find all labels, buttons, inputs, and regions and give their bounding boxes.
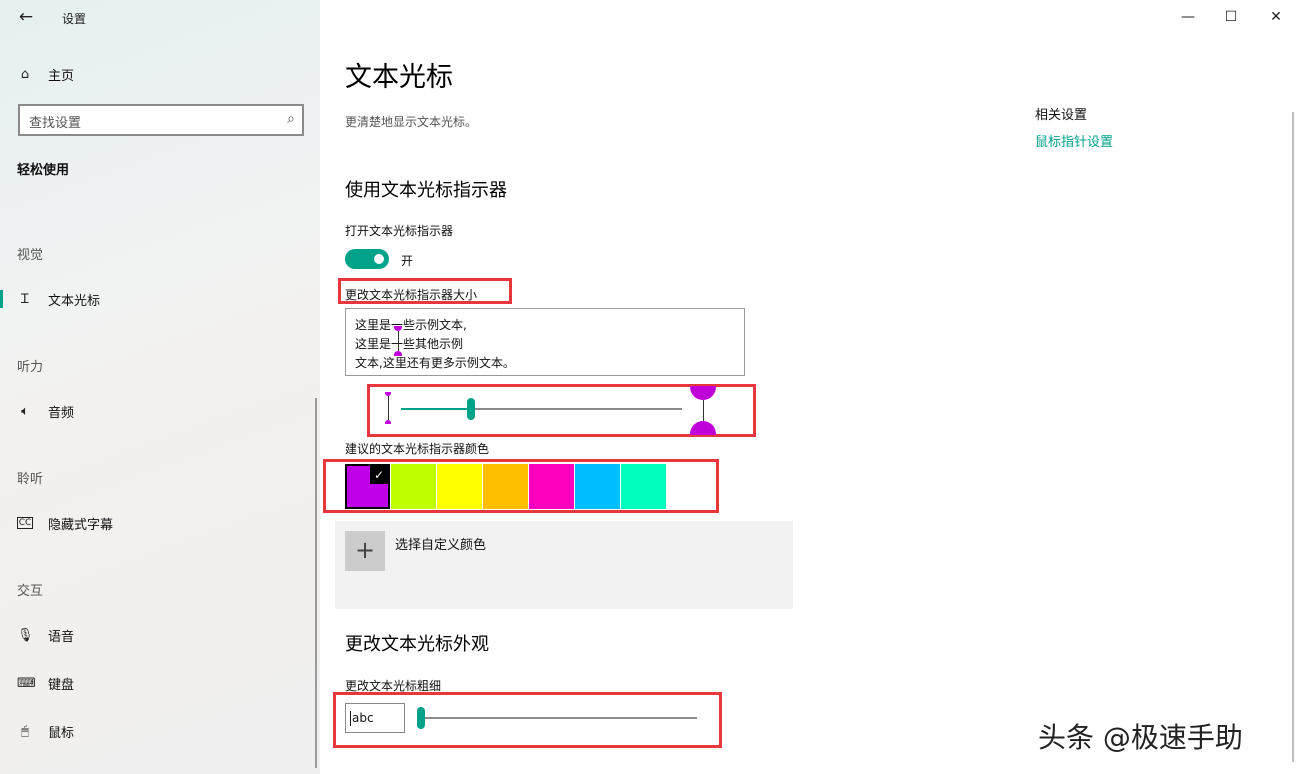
search-icon[interactable]: ⌕ (287, 111, 295, 127)
size-label: 更改文本光标指示器大小 (345, 288, 478, 302)
color-swatch[interactable] (483, 464, 528, 509)
custom-color-panel[interactable]: + 选择自定义颜色 (335, 521, 793, 609)
related-settings-heading: 相关设置 (1035, 108, 1088, 123)
sidebar-item-keyboard[interactable]: ⌨ 键盘 (0, 668, 320, 698)
appearance-section-heading: 更改文本光标外观 (345, 634, 489, 655)
color-swatch[interactable] (391, 464, 436, 509)
mouse-icon: 🖱︎ (21, 723, 29, 739)
indicator-section-heading: 使用文本光标指示器 (345, 180, 507, 201)
color-swatch[interactable] (529, 464, 574, 509)
category-hearing: 听力 (17, 360, 44, 375)
close-icon[interactable]: ✕ (1262, 4, 1290, 30)
search-input[interactable]: 查找设置 ⌕ (18, 104, 304, 136)
sidebar-item-text-cursor[interactable]: Ꮖ 文本光标 (0, 284, 320, 314)
preview-line: 这里是一些示例文本, (355, 318, 467, 332)
minimize-icon[interactable]: — (1174, 4, 1202, 30)
indicator-toggle[interactable] (345, 249, 389, 269)
sidebar-item-label: 主页 (48, 68, 75, 84)
thickness-slider-track[interactable] (421, 717, 697, 719)
sidebar-item-mouse[interactable]: 🖱︎ 鼠标 (0, 716, 320, 746)
sidebar-item-home[interactable]: ⌂ 主页 (0, 59, 320, 89)
thickness-preview-text: abc (352, 711, 374, 725)
text-cursor-icon: Ꮖ (20, 291, 30, 307)
category-vision: 视觉 (17, 248, 44, 263)
page-title: 文本光标 (345, 62, 453, 93)
small-indicator-icon (388, 396, 389, 420)
color-label: 建议的文本光标指示器颜色 (345, 442, 490, 456)
maximize-icon[interactable]: ☐ (1217, 4, 1245, 30)
size-slider-thumb[interactable] (467, 398, 476, 420)
preview-line: 这里是一些其他示例 (355, 337, 464, 351)
small-indicator-icon (385, 420, 391, 424)
search-placeholder: 查找设置 (29, 116, 82, 131)
large-indicator-icon (703, 400, 704, 421)
sidebar-item-label: 语音 (48, 629, 75, 645)
main-scrollbar[interactable] (1292, 112, 1294, 762)
color-swatch[interactable] (667, 464, 712, 509)
sidebar: ← 设置 ⌂ 主页 查找设置 ⌕ 轻松使用 视觉 Ꮖ 文本光标 听力 🔈︎ 音频… (0, 0, 320, 774)
sidebar-item-label: 文本光标 (48, 293, 101, 309)
keyboard-icon: ⌨ (17, 675, 36, 691)
sidebar-section-heading: 轻松使用 (17, 163, 70, 178)
category-interaction: 交互 (17, 584, 44, 599)
mouse-pointer-settings-link[interactable]: 鼠标指针设置 (1035, 131, 1113, 150)
sidebar-scrollbar[interactable] (315, 398, 317, 768)
thickness-preview: abc (345, 703, 405, 733)
sidebar-item-label: 鼠标 (48, 725, 75, 741)
category-listening: 聆听 (17, 472, 44, 487)
home-icon: ⌂ (20, 66, 30, 82)
closed-caption-icon: CC (17, 517, 33, 529)
speaker-icon: 🔈︎ (21, 403, 29, 419)
checkmark-icon: ✓ (370, 466, 388, 484)
toggle-state: 开 (401, 254, 414, 268)
watermark: 头条 @极速手助 (1038, 721, 1243, 754)
cursor-preview-box: 这里是一些示例文本, 这里是一些其他示例 文本,这里还有更多示例文本。 (345, 308, 745, 376)
sidebar-item-label: 键盘 (48, 677, 75, 693)
app-title: 设置 (62, 12, 87, 26)
toggle-label: 打开文本光标指示器 (345, 224, 454, 238)
sidebar-item-label: 隐藏式字幕 (48, 517, 114, 533)
sidebar-item-label: 音频 (48, 405, 75, 421)
color-swatch[interactable] (575, 464, 620, 509)
thickness-slider-thumb[interactable] (417, 707, 425, 729)
color-swatch[interactable]: ✓ (345, 464, 390, 509)
color-swatch[interactable] (621, 464, 666, 509)
size-slider-fill (401, 408, 472, 410)
sidebar-item-audio[interactable]: 🔈︎ 音频 (0, 396, 320, 426)
sidebar-item-closed-captions[interactable]: CC 隐藏式字幕 (0, 508, 320, 538)
microphone-icon: 🎙︎ (17, 627, 34, 643)
preview-text-cursor (398, 331, 399, 351)
preview-cursor-indicator-bottom (394, 351, 402, 356)
custom-color-label: 选择自定义颜色 (395, 538, 487, 553)
page-subtitle: 更清楚地显示文本光标。 (345, 115, 478, 129)
sidebar-item-speech[interactable]: 🎙︎ 语音 (0, 620, 320, 650)
back-arrow-icon[interactable]: ← (14, 5, 38, 29)
color-swatch[interactable] (437, 464, 482, 509)
preview-line: 文本,这里还有更多示例文本。 (355, 356, 515, 370)
plus-icon[interactable]: + (345, 531, 385, 571)
